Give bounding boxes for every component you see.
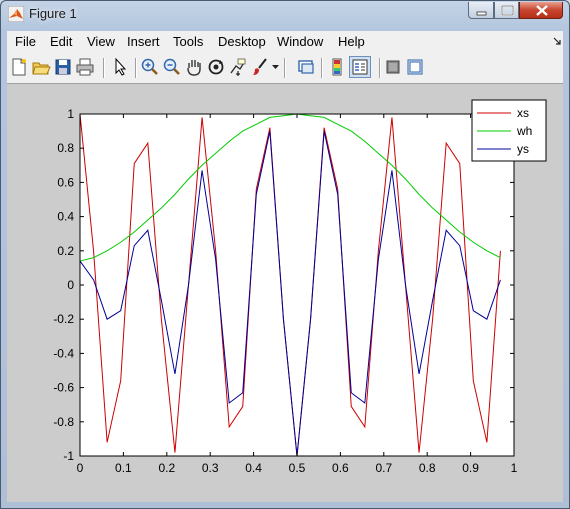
toolbar-separator xyxy=(103,58,105,78)
colorbar-icon[interactable] xyxy=(327,57,347,77)
show-plot-tools-icon[interactable] xyxy=(405,57,425,77)
y-tick-label: -1 xyxy=(63,449,74,463)
menu-bar: File Edit View Insert Tools Desktop Wind… xyxy=(7,31,563,53)
dock-arrow-icon[interactable] xyxy=(553,37,561,45)
x-tick-label: 0.3 xyxy=(202,461,219,475)
y-tick-label: -0.2 xyxy=(53,312,74,326)
toolbar-separator xyxy=(135,58,137,78)
y-tick-label: 0.4 xyxy=(57,210,74,224)
x-tick-label: 1 xyxy=(511,461,518,475)
zoom-in-icon[interactable] xyxy=(140,57,160,77)
menu-tools[interactable]: Tools xyxy=(173,34,203,49)
x-tick-label: 0.8 xyxy=(419,461,436,475)
maximize-icon xyxy=(501,5,514,16)
window-title: Figure 1 xyxy=(29,6,77,21)
y-tick-label: 0.2 xyxy=(57,244,74,258)
legend-label-wh: wh xyxy=(516,124,532,138)
y-tick-label: -0.8 xyxy=(53,415,74,429)
toolbar-separator xyxy=(321,58,323,78)
pointer-icon[interactable] xyxy=(110,57,130,77)
link-plot-icon[interactable] xyxy=(296,57,316,77)
legend-toggle-button[interactable] xyxy=(349,56,371,78)
menu-help[interactable]: Help xyxy=(338,34,365,49)
menu-window[interactable]: Window xyxy=(277,34,323,49)
x-tick-label: 0.5 xyxy=(289,461,306,475)
x-tick-label: 0.2 xyxy=(158,461,175,475)
save-icon[interactable] xyxy=(53,57,73,77)
menu-edit[interactable]: Edit xyxy=(50,34,72,49)
legend-icon xyxy=(352,59,368,75)
y-tick-label: -0.4 xyxy=(53,346,74,360)
minimize-icon xyxy=(476,11,487,16)
rotate-3d-icon[interactable] xyxy=(206,57,226,77)
y-tick-label: 0.6 xyxy=(57,175,74,189)
close-icon xyxy=(536,5,548,16)
close-button[interactable] xyxy=(519,2,563,19)
x-tick-label: 0.9 xyxy=(462,461,479,475)
plot-area[interactable]: 0 0.1 0.2 0.3 0.4 0.5 0.6 0.7 0.8 0.9 1 1 0.8 0.6 0.4 0… xyxy=(7,84,563,502)
minimize-button[interactable] xyxy=(468,2,494,19)
menu-file[interactable]: File xyxy=(15,34,36,49)
x-tick-label: 0.4 xyxy=(245,461,262,475)
toolbar xyxy=(7,53,563,84)
y-tick-label: 0.8 xyxy=(57,141,74,155)
axes-background xyxy=(80,114,514,456)
new-figure-icon[interactable] xyxy=(9,57,29,77)
toolbar-separator xyxy=(379,58,381,78)
title-bar[interactable]: Figure 1 xyxy=(1,1,569,29)
menu-insert[interactable]: Insert xyxy=(127,34,160,49)
y-tick-label: 0 xyxy=(67,278,74,292)
y-tick-label: -0.6 xyxy=(53,381,74,395)
pan-icon[interactable] xyxy=(184,57,204,77)
matlab-logo-icon xyxy=(8,6,24,22)
x-tick-label: 0.6 xyxy=(332,461,349,475)
figure-window: Figure 1 File Edit View Insert Tools Des… xyxy=(0,0,570,509)
open-file-icon[interactable] xyxy=(31,57,51,77)
zoom-out-icon[interactable] xyxy=(162,57,182,77)
toolbar-separator xyxy=(284,58,286,78)
legend-label-xs: xs xyxy=(517,106,529,120)
brush-dropdown-icon[interactable] xyxy=(272,65,279,70)
print-icon[interactable] xyxy=(75,57,95,77)
maximize-button[interactable] xyxy=(494,2,519,19)
menu-desktop[interactable]: Desktop xyxy=(218,34,266,49)
data-cursor-icon[interactable] xyxy=(228,57,248,77)
brush-icon[interactable] xyxy=(250,57,270,77)
figure-canvas: 0 0.1 0.2 0.3 0.4 0.5 0.6 0.7 0.8 0.9 1 1 0.8 0.6 0.4 0… xyxy=(7,84,563,502)
x-tick-label: 0.7 xyxy=(375,461,392,475)
y-tick-label: 1 xyxy=(67,107,74,121)
hide-plot-tools-icon[interactable] xyxy=(383,57,403,77)
menu-view[interactable]: View xyxy=(87,34,115,49)
x-tick-label: 0 xyxy=(77,461,84,475)
legend-label-ys: ys xyxy=(517,142,529,156)
x-tick-label: 0.1 xyxy=(115,461,132,475)
